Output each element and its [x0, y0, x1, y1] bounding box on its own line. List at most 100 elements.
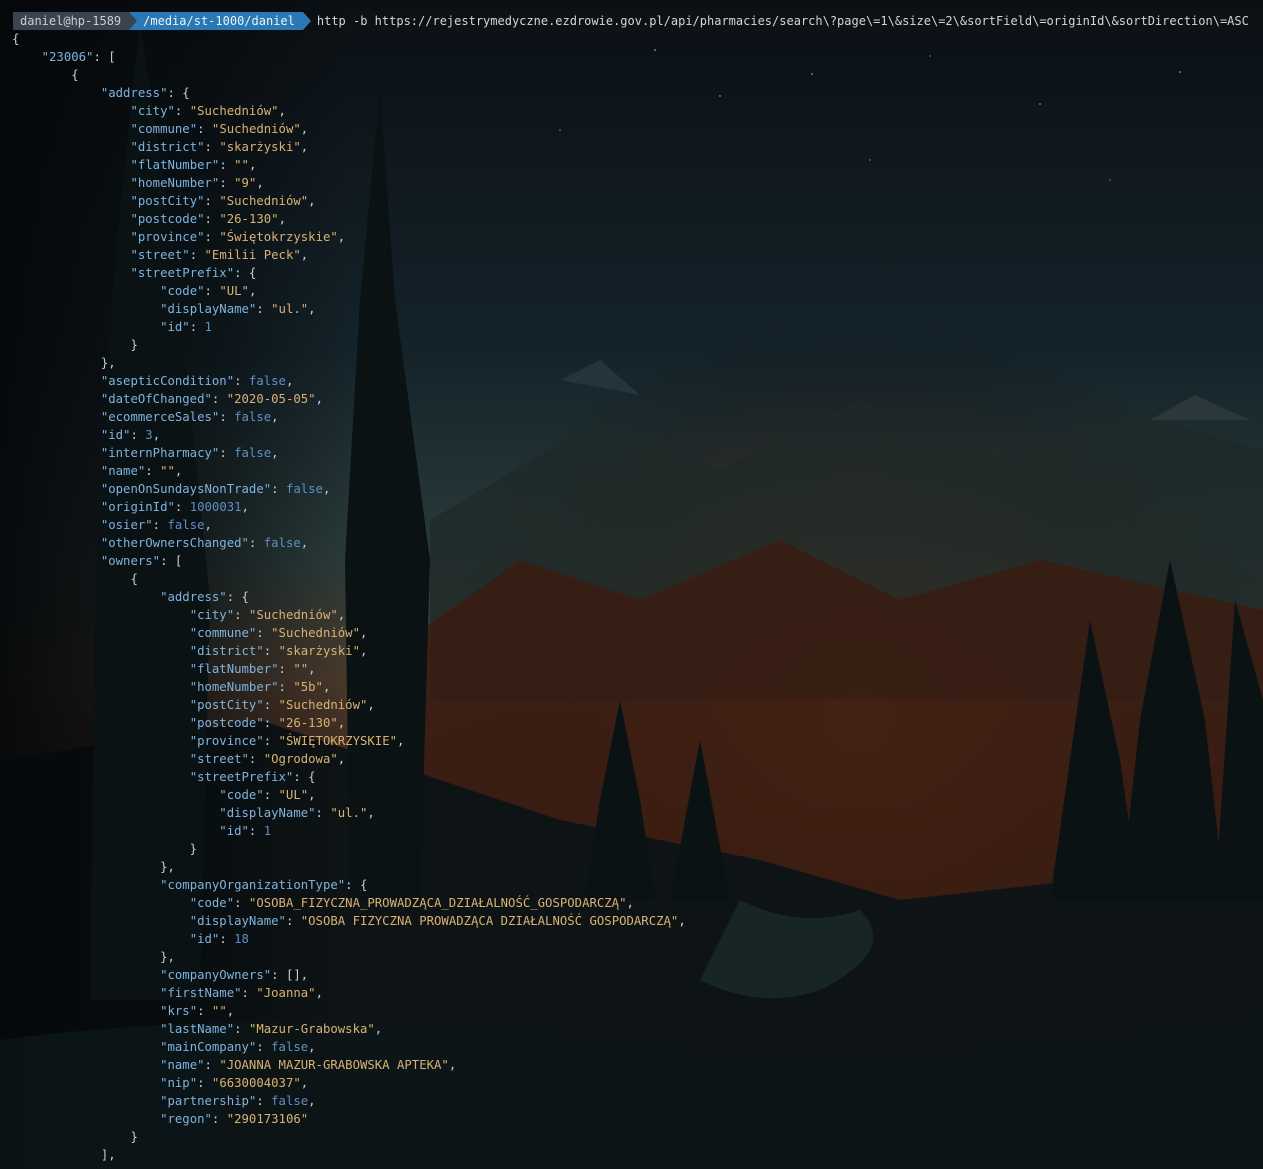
- json-punctuation: [12, 1094, 160, 1108]
- command-text[interactable]: http -b https://rejestrymedyczne.ezdrowi…: [317, 12, 1249, 30]
- json-key: "flatNumber": [189, 662, 279, 676]
- json-punctuation: [12, 176, 130, 190]
- json-punctuation: ,: [367, 698, 375, 712]
- json-punctuation: :: [248, 824, 264, 838]
- output-line: "otherOwnersChanged": false,: [12, 534, 686, 552]
- json-punctuation: }: [12, 1130, 138, 1144]
- json-punctuation: [12, 680, 190, 694]
- output-line: "mainCompany": false,: [12, 1038, 686, 1056]
- json-punctuation: ,: [308, 1040, 316, 1054]
- json-punctuation: }: [12, 842, 198, 856]
- json-string: "Suchedniów": [248, 608, 338, 622]
- json-punctuation: : [: [160, 554, 183, 568]
- json-string: "Suchedniów": [211, 122, 301, 136]
- json-punctuation: ,: [308, 662, 316, 676]
- json-number: 18: [234, 932, 249, 946]
- json-string: "skarżyski": [278, 644, 360, 658]
- output-line: "postCity": "Suchedniów",: [12, 192, 686, 210]
- json-punctuation: ,: [300, 122, 309, 136]
- json-punctuation: ,: [359, 644, 368, 658]
- json-punctuation: : [: [93, 50, 116, 64]
- json-punctuation: {: [12, 572, 138, 586]
- terminal-window[interactable]: daniel@hp-1589 /media/st-1000/daniel htt…: [0, 0, 1263, 1169]
- json-punctuation: :: [219, 176, 235, 190]
- json-punctuation: [12, 608, 190, 622]
- json-key: "asepticCondition": [100, 374, 235, 388]
- output-line: }: [12, 840, 686, 858]
- json-string: "5b": [293, 680, 323, 694]
- json-string: "6630004037": [211, 1076, 301, 1090]
- json-string: "": [211, 1004, 227, 1018]
- json-key: "originId": [100, 500, 175, 514]
- json-punctuation: :: [278, 680, 294, 694]
- json-punctuation: ,: [397, 734, 405, 748]
- json-key: "internPharmacy": [100, 446, 220, 460]
- json-punctuation: :: [315, 806, 331, 820]
- json-string: "Ogrodowa": [263, 752, 338, 766]
- json-punctuation: [12, 500, 101, 514]
- json-key: "dateOfChanged": [100, 392, 212, 406]
- output-line: "district": "skarżyski",: [12, 642, 686, 660]
- json-key: "owners": [100, 554, 161, 568]
- json-punctuation: ,: [322, 482, 331, 496]
- json-punctuation: ,: [204, 518, 212, 532]
- json-key: "regon": [160, 1112, 212, 1126]
- json-number: 1: [204, 320, 212, 334]
- json-number: 3: [145, 428, 153, 442]
- json-key: "nip": [160, 1076, 198, 1090]
- output-line: "commune": "Suchedniów",: [12, 624, 686, 642]
- json-boolean: false: [248, 374, 286, 388]
- prompt-path-segment: /media/st-1000/daniel: [137, 12, 303, 30]
- output-line: "id": 1: [12, 318, 686, 336]
- json-punctuation: [12, 158, 130, 172]
- json-punctuation: :: [204, 140, 220, 154]
- json-punctuation: [12, 896, 190, 910]
- json-punctuation: [12, 122, 130, 136]
- output-line: "homeNumber": "5b",: [12, 678, 686, 696]
- prompt-user-segment: daniel@hp-1589: [13, 12, 130, 30]
- json-punctuation: [12, 734, 190, 748]
- output-line: "homeNumber": "9",: [12, 174, 686, 192]
- json-punctuation: :: [241, 986, 257, 1000]
- json-punctuation: :: [219, 410, 235, 424]
- output-line: },: [12, 354, 686, 372]
- output-line: "address": {: [12, 84, 686, 102]
- output-line: "code": "OSOBA_FIZYCZNA_PROWADZĄCA_DZIAŁ…: [12, 894, 686, 912]
- json-key: "openOnSundaysNonTrade": [100, 482, 272, 496]
- json-punctuation: ,: [315, 392, 323, 406]
- json-string: "": [234, 158, 249, 172]
- json-punctuation: [12, 86, 101, 100]
- json-string: "Mazur-Grabowska": [248, 1022, 375, 1036]
- json-punctuation: [12, 464, 101, 478]
- json-punctuation: : {: [226, 590, 249, 604]
- json-punctuation: [12, 410, 101, 424]
- json-string: "": [293, 662, 309, 676]
- json-punctuation: ,: [248, 158, 257, 172]
- json-punctuation: ,: [256, 176, 264, 190]
- json-punctuation: },: [12, 356, 116, 370]
- json-punctuation: [12, 194, 130, 208]
- json-punctuation: :: [219, 158, 235, 172]
- json-punctuation: :: [189, 320, 205, 334]
- json-key: "23006": [41, 50, 94, 64]
- json-punctuation: [12, 590, 160, 604]
- json-string: "Joanna": [256, 986, 316, 1000]
- json-key: "mainCompany": [160, 1040, 257, 1054]
- json-punctuation: [12, 968, 160, 982]
- json-string: "OSOBA FIZYCZNA PROWADZĄCA DZIAŁALNOŚĆ G…: [300, 914, 679, 928]
- json-boolean: false: [234, 410, 272, 424]
- json-key: "firstName": [160, 986, 242, 1000]
- json-punctuation: ,: [626, 896, 634, 910]
- json-punctuation: ,: [337, 716, 346, 730]
- json-key: "displayName": [160, 302, 257, 316]
- json-key: "postCity": [130, 194, 205, 208]
- json-key: "code": [219, 788, 264, 802]
- json-punctuation: : {: [345, 878, 368, 892]
- json-punctuation: :: [271, 482, 286, 496]
- json-punctuation: }: [12, 338, 138, 352]
- output-line: "nip": "6630004037",: [12, 1074, 686, 1092]
- json-string: "UL": [219, 284, 249, 298]
- json-string: "UL": [278, 788, 309, 802]
- json-punctuation: ,: [248, 284, 257, 298]
- output-line: "address": {: [12, 588, 686, 606]
